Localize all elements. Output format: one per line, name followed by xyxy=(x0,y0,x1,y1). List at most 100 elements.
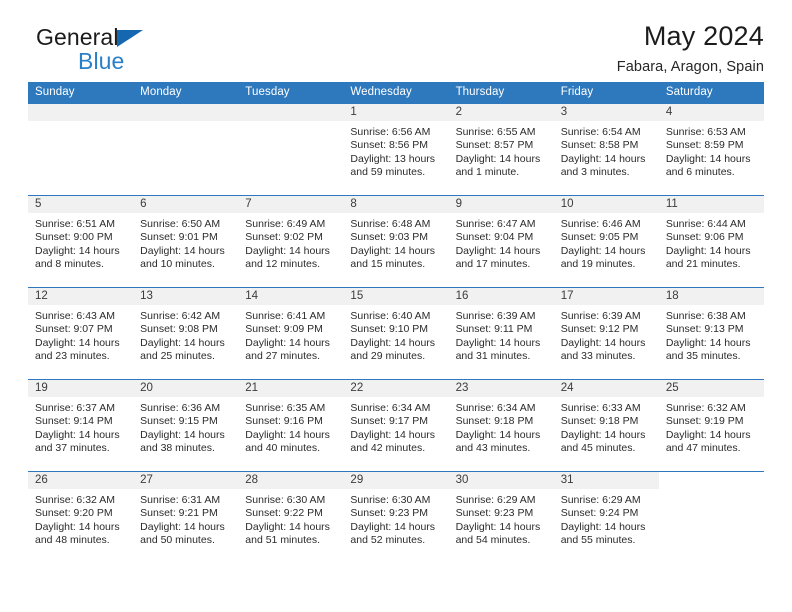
sunset-time: Sunset: 9:14 PM xyxy=(35,415,113,428)
calendar-day-cell[interactable]: 31 Sunrise: 6:29 AM Sunset: 9:24 PM Dayligh… xyxy=(553,471,659,563)
sunset-time: Sunset: 9:23 PM xyxy=(455,507,534,520)
day-cell-content: 12 Sunrise: 6:43 AM Sunset: 9:07 PM Dayligh… xyxy=(28,288,134,379)
day-number: 11 xyxy=(658,196,764,213)
calendar-day-cell[interactable]: 27 Sunrise: 6:31 AM Sunset: 9:21 PM Dayligh… xyxy=(133,471,239,563)
weekday-header-tuesday: Tuesday xyxy=(238,82,344,104)
calendar-day-cell[interactable]: 2 Sunrise: 6:55 AM Sunset: 8:57 PM Daylight… xyxy=(448,103,554,196)
calendar-day-cell[interactable]: 19 Sunrise: 6:37 AM Sunset: 9:14 PM Dayligh… xyxy=(28,379,134,472)
calendar-day-cell[interactable] xyxy=(28,103,134,196)
day-number: 6 xyxy=(133,196,239,213)
sunset-time: Sunset: 9:10 PM xyxy=(350,323,429,336)
calendar-day-cell[interactable]: 11 Sunrise: 6:44 AM Sunset: 9:06 PM Dayligh… xyxy=(658,195,764,288)
day-cell-content: 22 Sunrise: 6:34 AM Sunset: 9:17 PM Dayligh… xyxy=(343,380,449,471)
calendar-page: General Blue May 2024 Fabara, Aragon, Sp… xyxy=(0,0,792,612)
sunrise-time: Sunrise: 6:37 AM xyxy=(35,402,115,414)
day-sun-info: Sunrise: 6:38 AM Sunset: 9:13 PM Daylight:… xyxy=(659,305,764,364)
calendar-day-cell[interactable]: 7 Sunrise: 6:49 AM Sunset: 9:02 PM Daylight… xyxy=(238,195,344,288)
calendar-day-cell[interactable] xyxy=(658,471,764,563)
sunset-time: Sunset: 9:24 PM xyxy=(560,507,639,520)
sunset-time: Sunset: 9:22 PM xyxy=(245,507,323,520)
weekday-header-saturday: Saturday xyxy=(658,82,764,104)
day-number: 14 xyxy=(238,288,344,305)
daylight-duration-line1: Daylight: 14 hours xyxy=(140,520,225,533)
day-number: 16 xyxy=(448,288,554,305)
sunrise-time: Sunrise: 6:41 AM xyxy=(245,310,326,322)
calendar-day-cell[interactable]: 21 Sunrise: 6:35 AM Sunset: 9:16 PM Dayligh… xyxy=(238,379,344,472)
day-sun-info: Sunrise: 6:56 AM Sunset: 8:56 PM Daylight:… xyxy=(343,121,448,180)
day-sun-info: Sunrise: 6:40 AM Sunset: 9:10 PM Daylight:… xyxy=(343,305,448,364)
daylight-duration-line2: and 38 minutes. xyxy=(140,442,215,455)
day-cell-content: 17 Sunrise: 6:39 AM Sunset: 9:12 PM Dayligh… xyxy=(553,288,659,379)
sunrise-time: Sunrise: 6:55 AM xyxy=(455,126,536,138)
generalblue-logo[interactable]: General Blue xyxy=(36,26,143,73)
sunrise-time: Sunrise: 6:44 AM xyxy=(665,218,746,230)
day-cell-content: 24 Sunrise: 6:33 AM Sunset: 9:18 PM Dayligh… xyxy=(553,380,659,471)
calendar-day-cell[interactable]: 29 Sunrise: 6:30 AM Sunset: 9:23 PM Dayligh… xyxy=(343,471,449,563)
daylight-duration-line1: Daylight: 14 hours xyxy=(35,336,120,349)
day-cell-content: 10 Sunrise: 6:46 AM Sunset: 9:05 PM Dayligh… xyxy=(553,196,659,287)
daylight-duration-line1: Daylight: 14 hours xyxy=(140,336,225,349)
calendar-day-cell[interactable]: 23 Sunrise: 6:34 AM Sunset: 9:18 PM Dayligh… xyxy=(448,379,554,472)
daylight-duration-line1: Daylight: 14 hours xyxy=(455,336,541,349)
calendar-day-cell[interactable]: 28 Sunrise: 6:30 AM Sunset: 9:22 PM Dayligh… xyxy=(238,471,344,563)
calendar-day-cell[interactable]: 1 Sunrise: 6:56 AM Sunset: 8:56 PM Daylight… xyxy=(343,103,449,196)
day-number: 15 xyxy=(343,288,449,305)
calendar-day-cell[interactable]: 20 Sunrise: 6:36 AM Sunset: 9:15 PM Dayligh… xyxy=(133,379,239,472)
daylight-duration-line2: and 10 minutes. xyxy=(140,258,215,271)
day-sun-info: Sunrise: 6:36 AM Sunset: 9:15 PM Daylight:… xyxy=(133,397,238,456)
calendar-day-cell[interactable]: 10 Sunrise: 6:46 AM Sunset: 9:05 PM Dayligh… xyxy=(553,195,659,288)
sunrise-time: Sunrise: 6:33 AM xyxy=(560,402,641,414)
day-number: 20 xyxy=(133,380,239,397)
daylight-duration-line1: Daylight: 14 hours xyxy=(560,244,646,257)
day-sun-info: Sunrise: 6:37 AM Sunset: 9:14 PM Daylight:… xyxy=(28,397,133,456)
calendar-day-cell[interactable] xyxy=(238,103,344,196)
day-number: 27 xyxy=(133,472,239,489)
calendar-day-cell[interactable]: 4 Sunrise: 6:53 AM Sunset: 8:59 PM Daylight… xyxy=(658,103,764,196)
day-number xyxy=(658,472,764,489)
day-sun-info: Sunrise: 6:34 AM Sunset: 9:17 PM Daylight:… xyxy=(343,397,448,456)
day-sun-info: Sunrise: 6:50 AM Sunset: 9:01 PM Daylight:… xyxy=(133,213,238,272)
sunset-time: Sunset: 9:21 PM xyxy=(140,507,218,520)
sunset-time: Sunset: 9:04 PM xyxy=(455,231,534,244)
calendar-day-cell[interactable]: 16 Sunrise: 6:39 AM Sunset: 9:11 PM Dayligh… xyxy=(448,287,554,380)
calendar-day-cell[interactable]: 22 Sunrise: 6:34 AM Sunset: 9:17 PM Dayligh… xyxy=(343,379,449,472)
sunset-time: Sunset: 8:57 PM xyxy=(455,139,534,152)
sunrise-time: Sunrise: 6:39 AM xyxy=(560,310,641,322)
calendar-day-cell[interactable]: 5 Sunrise: 6:51 AM Sunset: 9:00 PM Daylight… xyxy=(28,195,134,288)
daylight-duration-line2: and 55 minutes. xyxy=(560,534,636,547)
daylight-duration-line2: and 23 minutes. xyxy=(35,350,110,363)
day-sun-info: Sunrise: 6:34 AM Sunset: 9:18 PM Daylight:… xyxy=(449,397,554,456)
daylight-duration-line1: Daylight: 14 hours xyxy=(350,336,436,349)
calendar-day-cell[interactable]: 30 Sunrise: 6:29 AM Sunset: 9:23 PM Dayligh… xyxy=(448,471,554,563)
calendar-day-cell[interactable]: 25 Sunrise: 6:32 AM Sunset: 9:19 PM Dayligh… xyxy=(658,379,764,472)
calendar-day-cell[interactable]: 8 Sunrise: 6:48 AM Sunset: 9:03 PM Daylight… xyxy=(343,195,449,288)
day-number: 28 xyxy=(238,472,344,489)
daylight-duration-line1: Daylight: 14 hours xyxy=(140,244,225,257)
calendar-day-cell[interactable]: 17 Sunrise: 6:39 AM Sunset: 9:12 PM Dayligh… xyxy=(553,287,659,380)
calendar-day-cell[interactable] xyxy=(133,103,239,196)
calendar-day-cell[interactable]: 18 Sunrise: 6:38 AM Sunset: 9:13 PM Dayligh… xyxy=(658,287,764,380)
daylight-duration-line2: and 8 minutes. xyxy=(35,258,104,271)
day-number: 25 xyxy=(658,380,764,397)
day-number: 19 xyxy=(28,380,134,397)
calendar-week-row: 26 Sunrise: 6:32 AM Sunset: 9:20 PM Dayligh… xyxy=(28,471,764,563)
daylight-duration-line2: and 54 minutes. xyxy=(455,534,531,547)
calendar-day-cell[interactable]: 9 Sunrise: 6:47 AM Sunset: 9:04 PM Daylight… xyxy=(448,195,554,288)
calendar-day-cell[interactable]: 24 Sunrise: 6:33 AM Sunset: 9:18 PM Dayligh… xyxy=(553,379,659,472)
day-sun-info: Sunrise: 6:29 AM Sunset: 9:24 PM Daylight:… xyxy=(554,489,659,548)
day-cell-content: 21 Sunrise: 6:35 AM Sunset: 9:16 PM Dayligh… xyxy=(238,380,344,471)
day-number: 29 xyxy=(343,472,449,489)
calendar-day-cell[interactable]: 13 Sunrise: 6:42 AM Sunset: 9:08 PM Dayligh… xyxy=(133,287,239,380)
daylight-duration-line2: and 52 minutes. xyxy=(350,534,426,547)
calendar-day-cell[interactable]: 12 Sunrise: 6:43 AM Sunset: 9:07 PM Dayligh… xyxy=(28,287,134,380)
calendar-week-row: 12 Sunrise: 6:43 AM Sunset: 9:07 PM Dayligh… xyxy=(28,287,764,380)
calendar-day-cell[interactable]: 26 Sunrise: 6:32 AM Sunset: 9:20 PM Dayligh… xyxy=(28,471,134,563)
daylight-duration-line2: and 25 minutes. xyxy=(140,350,215,363)
sunrise-time: Sunrise: 6:29 AM xyxy=(455,494,536,506)
calendar-day-cell[interactable]: 14 Sunrise: 6:41 AM Sunset: 9:09 PM Dayligh… xyxy=(238,287,344,380)
sunset-time: Sunset: 9:01 PM xyxy=(140,231,218,244)
daylight-duration-line1: Daylight: 14 hours xyxy=(35,428,120,441)
calendar-day-cell[interactable]: 3 Sunrise: 6:54 AM Sunset: 8:58 PM Daylight… xyxy=(553,103,659,196)
calendar-day-cell[interactable]: 6 Sunrise: 6:50 AM Sunset: 9:01 PM Daylight… xyxy=(133,195,239,288)
calendar-day-cell[interactable]: 15 Sunrise: 6:40 AM Sunset: 9:10 PM Dayligh… xyxy=(343,287,449,380)
